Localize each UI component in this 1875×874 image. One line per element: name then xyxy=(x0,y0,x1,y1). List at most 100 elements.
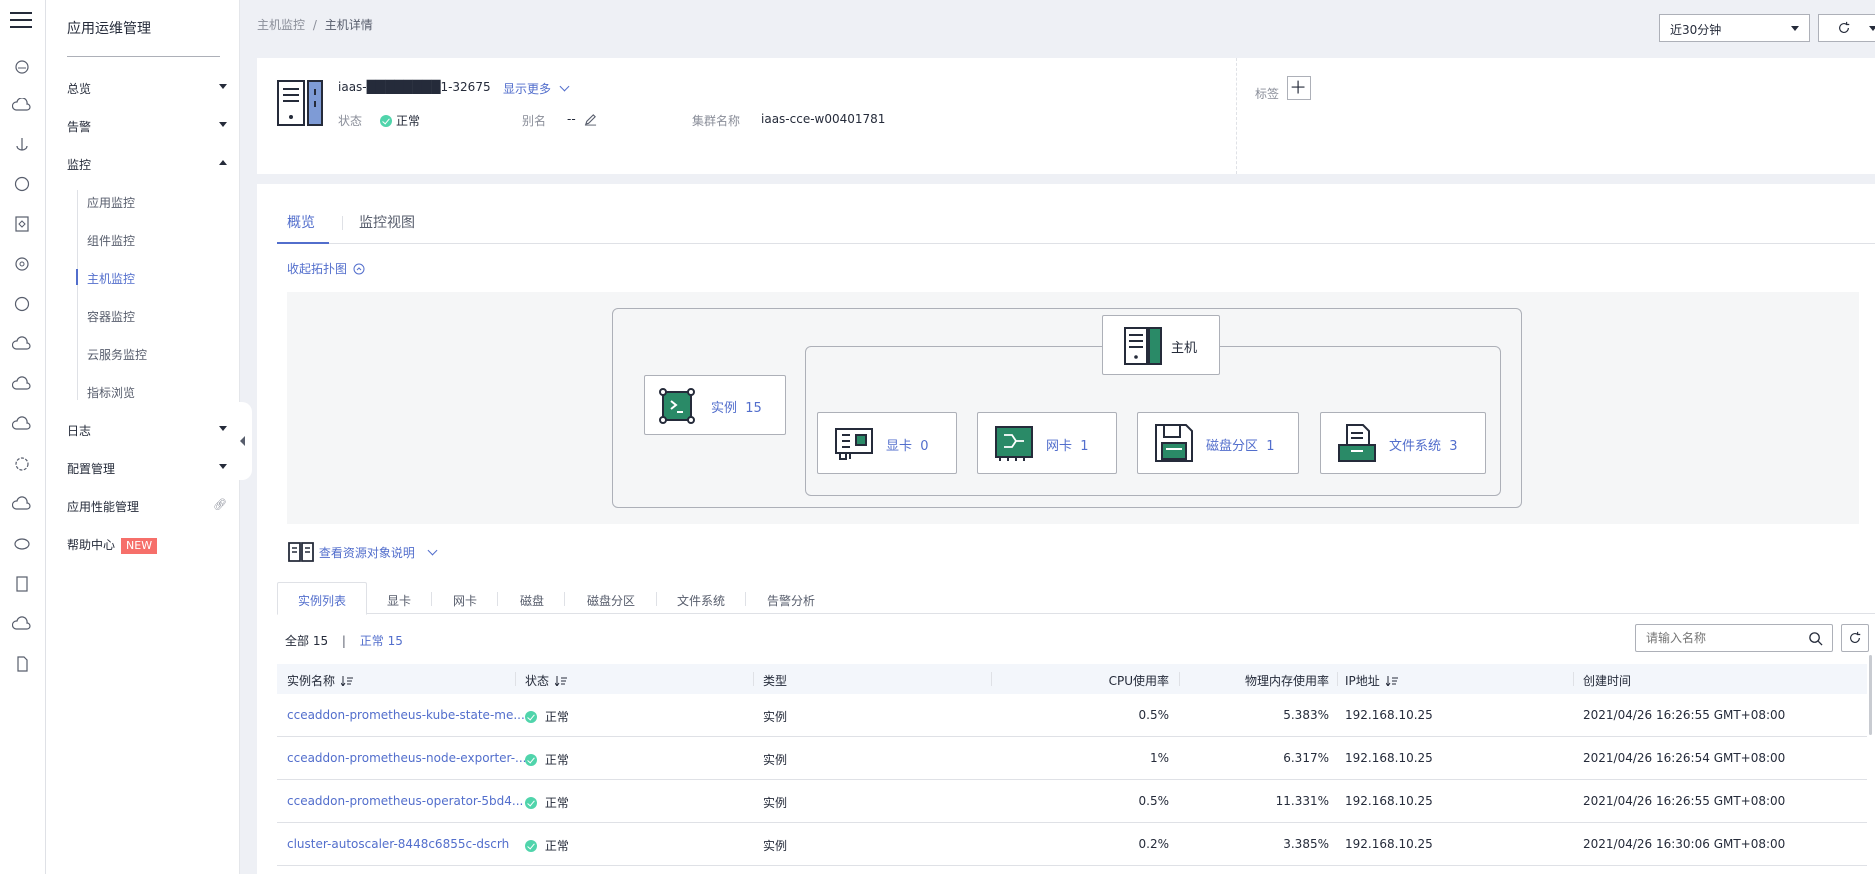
sidebar-item-alarm[interactable]: 告警 xyxy=(67,118,227,135)
collapse-topology-toggle[interactable]: 收起拓扑图 xyxy=(287,260,365,277)
cloud-icon[interactable] xyxy=(11,336,32,352)
anchor-icon[interactable] xyxy=(12,136,32,152)
sidebar-item-config[interactable]: 配置管理 xyxy=(67,460,227,477)
tab-instance-list[interactable]: 实例列表 xyxy=(298,592,346,609)
tab-disk-partition[interactable]: 磁盘分区 xyxy=(587,592,635,609)
instance-icon xyxy=(659,388,695,424)
col-ip[interactable]: IP地址 xyxy=(1345,672,1398,689)
gear-cloud-icon[interactable] xyxy=(12,456,32,472)
tab-gpu[interactable]: 显卡 xyxy=(387,592,411,609)
topology-node-instance[interactable]: 实例 15 xyxy=(644,375,786,435)
cloud-up-icon[interactable] xyxy=(11,97,32,114)
tab-overview[interactable]: 概览 xyxy=(277,212,329,244)
settings-cloud-icon[interactable] xyxy=(12,256,32,272)
summary-all[interactable]: 全部 15 xyxy=(285,634,328,648)
sidebar-sub-cloud-service-monitor[interactable]: 云服务监控 xyxy=(87,346,147,363)
sidebar-sub-container-monitor[interactable]: 容器监控 xyxy=(87,308,135,325)
created-cell: 2021/04/26 16:26:55 GMT+08:00 xyxy=(1583,708,1786,722)
cpu-cell: 0.5% xyxy=(1138,794,1170,808)
sidebar-item-label: 日志 xyxy=(67,424,92,438)
menu-icon[interactable] xyxy=(10,12,32,30)
sidebar-sub-metric-browse[interactable]: 指标浏览 xyxy=(87,384,135,401)
floppy-disk-icon xyxy=(1155,424,1193,462)
sidebar-item-label: 告警 xyxy=(67,120,92,134)
sidebar: 应用运维管理 总览 告警 监控 应用监控 组件监控 主机监控 容器监控 云服务监… xyxy=(46,0,240,874)
collapse-circle-icon xyxy=(353,263,365,275)
summary-normal[interactable]: 正常 15 xyxy=(360,634,403,648)
topology-node-nic[interactable]: 网卡 1 xyxy=(977,412,1117,474)
tab-disk[interactable]: 磁盘 xyxy=(520,592,544,609)
status-cell: 正常 xyxy=(525,751,569,768)
tab-monitor-view[interactable]: 监控视图 xyxy=(359,212,415,244)
search-input[interactable] xyxy=(1635,624,1833,652)
col-instance-name[interactable]: 实例名称 xyxy=(287,672,354,689)
instance-name-link[interactable]: cceaddon-prometheus-kube-state-me... xyxy=(287,708,525,722)
tab-alarm-analysis[interactable]: 告警分析 xyxy=(767,592,815,609)
cloud-icon[interactable] xyxy=(11,376,32,392)
topology-node-gpu[interactable]: 显卡 0 xyxy=(817,412,957,474)
instance-name-link[interactable]: cluster-autoscaler-8448c6855c-dscrh xyxy=(287,837,509,851)
network-icon[interactable] xyxy=(12,296,32,312)
col-divider xyxy=(991,672,992,686)
cloud-icon[interactable] xyxy=(12,58,32,74)
server-icon xyxy=(1124,327,1162,365)
created-cell: 2021/04/26 16:26:55 GMT+08:00 xyxy=(1583,794,1786,808)
resource-help-toggle[interactable]: 查看资源对象说明 xyxy=(287,540,438,564)
check-circle-icon xyxy=(525,711,537,723)
sidebar-item-monitor[interactable]: 监控 xyxy=(67,156,227,173)
collapse-topology-label: 收起拓扑图 xyxy=(287,262,348,276)
col-status[interactable]: 状态 xyxy=(525,672,568,689)
search-icon[interactable] xyxy=(1808,631,1823,646)
active-indicator xyxy=(76,269,78,285)
cloud-icon[interactable] xyxy=(11,416,32,432)
type-cell: 实例 xyxy=(763,796,788,810)
table-row: cceaddon-prometheus-operator-5bd4... 正常 … xyxy=(277,780,1867,823)
sidebar-item-label: 应用性能管理 xyxy=(67,500,140,514)
sidebar-collapse-handle[interactable] xyxy=(234,402,252,480)
chevron-down-icon xyxy=(219,84,227,89)
ip-icon[interactable] xyxy=(12,176,32,192)
add-tag-button[interactable] xyxy=(1287,76,1311,100)
file-icon[interactable] xyxy=(12,656,32,672)
sidebar-sub-app-monitor[interactable]: 应用监控 xyxy=(87,194,135,211)
status-cell: 正常 xyxy=(525,794,569,811)
breadcrumb-current: 主机详情 xyxy=(324,18,373,32)
show-more-toggle[interactable]: 显示更多 xyxy=(503,80,570,97)
tab-nic[interactable]: 网卡 xyxy=(453,592,477,609)
topology-node-host[interactable]: 主机 xyxy=(1102,315,1220,375)
sidebar-item-label: 帮助中心 xyxy=(67,538,116,552)
col-cpu: CPU使用率 xyxy=(1108,674,1169,688)
tab-filesystem[interactable]: 文件系统 xyxy=(677,592,725,609)
refresh-icon xyxy=(1839,21,1850,33)
cloud-icon[interactable] xyxy=(11,496,32,512)
new-badge: NEW xyxy=(121,538,158,554)
sidebar-item-log[interactable]: 日志 xyxy=(67,422,227,439)
topology-node-disk-partition[interactable]: 磁盘分区 1 xyxy=(1137,412,1299,474)
cloud-icon[interactable] xyxy=(11,616,32,632)
refresh-button[interactable] xyxy=(1818,14,1875,42)
host-name: iaas-████████1-32675 xyxy=(338,80,491,94)
time-range-select[interactable]: 近30分钟 xyxy=(1659,14,1810,42)
cpu-cell: 1% xyxy=(1149,751,1169,765)
table-refresh-button[interactable] xyxy=(1841,624,1869,652)
sidebar-item-apm[interactable]: 应用性能管理 🔗︎ xyxy=(67,498,227,515)
diamond-icon[interactable] xyxy=(12,216,32,232)
edit-icon[interactable] xyxy=(584,113,597,126)
instance-name-link[interactable]: cceaddon-prometheus-node-exporter-... xyxy=(287,751,527,765)
sidebar-item-label: 监控 xyxy=(67,158,92,172)
topology-node-filesystem[interactable]: 文件系统 3 xyxy=(1320,412,1486,474)
breadcrumb-parent[interactable]: 主机监控 xyxy=(257,18,305,32)
instance-name-link[interactable]: cceaddon-prometheus-operator-5bd4... xyxy=(287,794,523,808)
book-icon xyxy=(288,542,314,562)
memory-cell: 11.331% xyxy=(1275,794,1329,808)
sidebar-sub-component-monitor[interactable]: 组件监控 xyxy=(87,232,135,249)
sidebar-sub-host-monitor[interactable]: 主机监控 xyxy=(87,270,135,287)
sidebar-item-help[interactable]: 帮助中心 NEW xyxy=(67,536,227,554)
document-icon[interactable] xyxy=(12,576,32,592)
status-cell: 正常 xyxy=(525,708,569,725)
scrollbar[interactable] xyxy=(1869,655,1872,735)
sidebar-item-overview[interactable]: 总览 xyxy=(67,80,227,97)
storage-icon[interactable] xyxy=(12,536,32,552)
status-badge: 正常 xyxy=(380,112,420,129)
breadcrumb: 主机监控 / 主机详情 xyxy=(257,16,373,33)
